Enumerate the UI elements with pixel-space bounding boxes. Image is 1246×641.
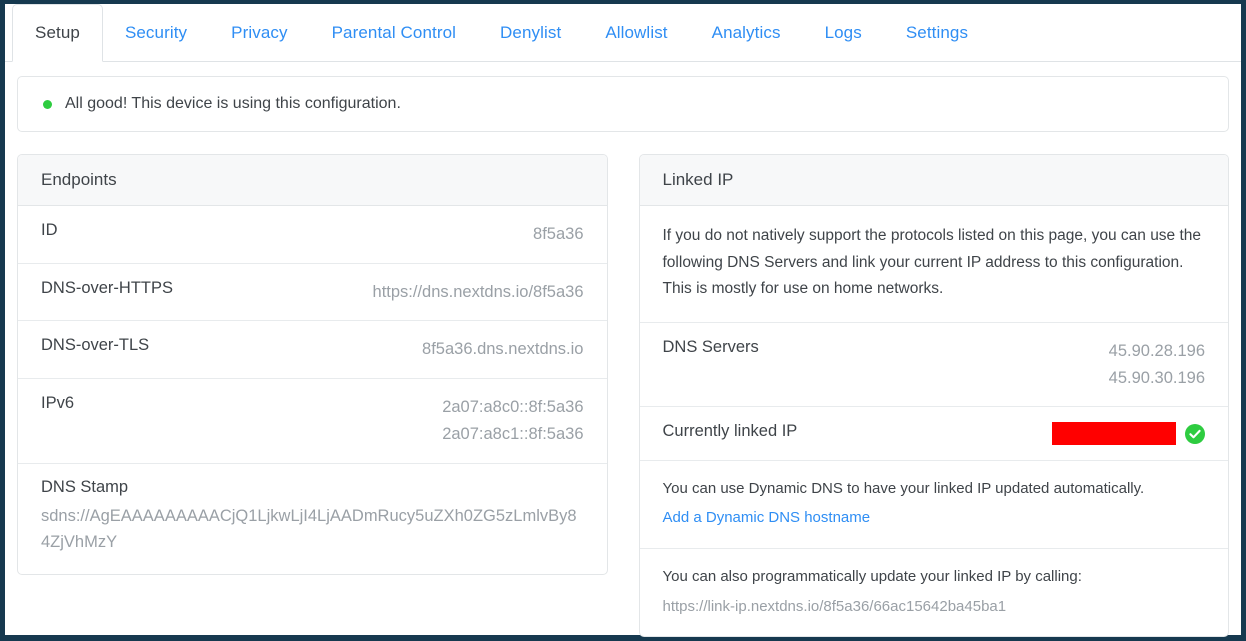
endpoints-row-ipv6-label: IPv6 <box>41 394 74 413</box>
endpoints-row-doh-value[interactable]: https://dns.nextdns.io/8f5a36 <box>373 279 584 306</box>
linked-ip-ddns-note-text: You can use Dynamic DNS to have your lin… <box>663 480 1145 497</box>
tab-setup-label: Setup <box>35 23 80 43</box>
endpoints-row-dot: DNS-over-TLS 8f5a36.dns.nextdns.io <box>18 321 607 379</box>
tab-security[interactable]: Security <box>103 4 209 61</box>
page-surface: Setup Security Privacy Parental Control … <box>5 4 1241 635</box>
linked-ip-row-dns-servers: DNS Servers 45.90.28.196 45.90.30.196 <box>640 323 1229 407</box>
linked-ip-panel: Linked IP If you do not natively support… <box>639 154 1230 637</box>
dns-server-value-line-2: 45.90.30.196 <box>1109 365 1205 392</box>
endpoints-row-doh: DNS-over-HTTPS https://dns.nextdns.io/8f… <box>18 264 607 322</box>
tab-security-label: Security <box>125 23 187 43</box>
endpoints-row-dot-value[interactable]: 8f5a36.dns.nextdns.io <box>422 336 583 363</box>
linked-ip-api-url[interactable]: https://link-ip.nextdns.io/8f5a36/66ac15… <box>663 595 1007 620</box>
tab-allowlist[interactable]: Allowlist <box>583 4 689 61</box>
linked-ip-column: Linked IP If you do not natively support… <box>639 154 1230 637</box>
endpoints-row-ipv6-value[interactable]: 2a07:a8c0::8f:5a36 2a07:a8c1::8f:5a36 <box>442 394 583 447</box>
endpoints-row-ipv6: IPv6 2a07:a8c0::8f:5a36 2a07:a8c1::8f:5a… <box>18 379 607 463</box>
linked-ip-row-dns-servers-label: DNS Servers <box>663 338 759 357</box>
endpoints-panel: Endpoints ID 8f5a36 DNS-over-HTTPS https… <box>17 154 608 575</box>
tab-privacy-label: Privacy <box>231 23 287 43</box>
redacted-ip-bar <box>1052 422 1176 445</box>
dns-server-value-line-1: 45.90.28.196 <box>1109 338 1205 365</box>
tab-setup[interactable]: Setup <box>12 4 103 62</box>
linked-ip-row-current: Currently linked IP <box>640 407 1229 461</box>
tab-logs[interactable]: Logs <box>803 4 884 61</box>
status-banner-text: All good! This device is using this conf… <box>65 95 401 113</box>
endpoints-row-ipv6-value-line-2: 2a07:a8c1::8f:5a36 <box>442 421 583 448</box>
tab-denylist-label: Denylist <box>500 23 561 43</box>
linked-ip-current-value <box>1052 422 1205 445</box>
linked-ip-description: If you do not natively support the proto… <box>640 206 1229 323</box>
status-dot-icon <box>43 100 52 109</box>
linked-ip-panel-title: Linked IP <box>640 155 1229 206</box>
main-content: All good! This device is using this conf… <box>5 62 1241 637</box>
check-circle-icon <box>1185 424 1205 444</box>
tab-privacy[interactable]: Privacy <box>209 4 309 61</box>
tab-allowlist-label: Allowlist <box>605 23 667 43</box>
endpoints-row-dot-value-line-1: 8f5a36.dns.nextdns.io <box>422 336 583 363</box>
tab-analytics-label: Analytics <box>712 23 781 43</box>
endpoints-row-dns-stamp-label: DNS Stamp <box>41 478 584 497</box>
tab-parental-control[interactable]: Parental Control <box>310 4 478 61</box>
tab-bar: Setup Security Privacy Parental Control … <box>5 4 1241 62</box>
app-window: Setup Security Privacy Parental Control … <box>0 0 1246 641</box>
endpoints-panel-title: Endpoints <box>18 155 607 206</box>
status-banner: All good! This device is using this conf… <box>17 76 1229 132</box>
endpoints-column: Endpoints ID 8f5a36 DNS-over-HTTPS https… <box>17 154 608 575</box>
endpoints-row-doh-value-line-1: https://dns.nextdns.io/8f5a36 <box>373 279 584 306</box>
tab-settings-label: Settings <box>906 23 968 43</box>
endpoints-row-doh-label: DNS-over-HTTPS <box>41 279 173 298</box>
tab-parental-control-label: Parental Control <box>332 23 456 43</box>
endpoints-row-id-label: ID <box>41 221 58 240</box>
linked-ip-row-dns-servers-value[interactable]: 45.90.28.196 45.90.30.196 <box>1109 338 1205 391</box>
endpoints-row-id: ID 8f5a36 <box>18 206 607 264</box>
endpoints-row-dns-stamp-value[interactable]: sdns://AgEAAAAAAAAACjQ1LjkwLjI4LjAADmRuc… <box>41 503 584 556</box>
linked-ip-api-note-text: You can also programmatically update you… <box>663 568 1082 585</box>
endpoints-row-id-value-line-1: 8f5a36 <box>533 221 583 248</box>
linked-ip-ddns-note: You can use Dynamic DNS to have your lin… <box>640 461 1229 549</box>
linked-ip-api-note: You can also programmatically update you… <box>640 549 1229 637</box>
endpoints-row-id-value[interactable]: 8f5a36 <box>533 221 583 248</box>
endpoints-row-dot-label: DNS-over-TLS <box>41 336 149 355</box>
endpoints-row-dns-stamp: DNS Stamp sdns://AgEAAAAAAAAACjQ1LjkwLjI… <box>18 464 607 574</box>
tab-analytics[interactable]: Analytics <box>690 4 803 61</box>
linked-ip-row-current-label: Currently linked IP <box>663 422 798 441</box>
add-dynamic-dns-hostname-link[interactable]: Add a Dynamic DNS hostname <box>663 506 871 531</box>
tab-denylist[interactable]: Denylist <box>478 4 583 61</box>
endpoints-row-ipv6-value-line-1: 2a07:a8c0::8f:5a36 <box>442 394 583 421</box>
panels-row: Endpoints ID 8f5a36 DNS-over-HTTPS https… <box>17 154 1229 637</box>
tab-logs-label: Logs <box>825 23 862 43</box>
tab-settings[interactable]: Settings <box>884 4 990 61</box>
